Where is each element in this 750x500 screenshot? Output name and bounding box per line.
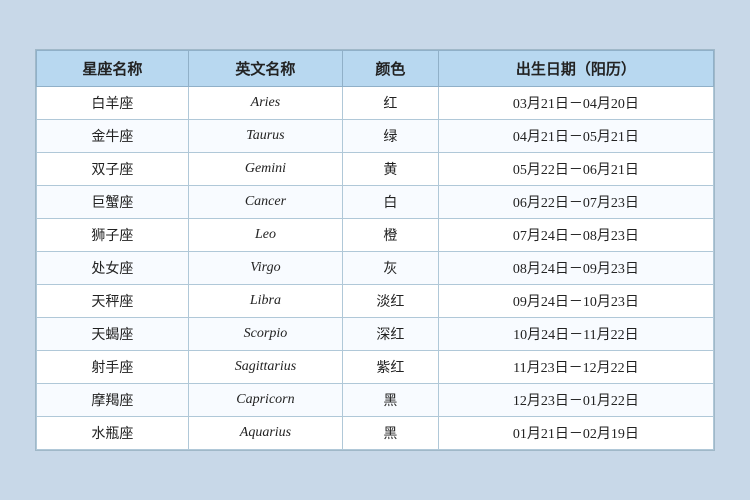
cell-dates: 08月24日－09月23日 — [438, 252, 713, 285]
cell-english: Cancer — [188, 186, 342, 219]
cell-english: Aquarius — [188, 417, 342, 450]
cell-dates: 11月23日－12月22日 — [438, 351, 713, 384]
cell-color: 紫红 — [343, 351, 439, 384]
cell-chinese: 狮子座 — [37, 219, 189, 252]
cell-english: Libra — [188, 285, 342, 318]
cell-color: 黑 — [343, 417, 439, 450]
table-body: 白羊座Aries红03月21日－04月20日金牛座Taurus绿04月21日－0… — [37, 87, 714, 450]
cell-dates: 05月22日－06月21日 — [438, 153, 713, 186]
table-row: 巨蟹座Cancer白06月22日－07月23日 — [37, 186, 714, 219]
table-row: 双子座Gemini黄05月22日－06月21日 — [37, 153, 714, 186]
table-row: 金牛座Taurus绿04月21日－05月21日 — [37, 120, 714, 153]
cell-color: 黄 — [343, 153, 439, 186]
cell-english: Capricorn — [188, 384, 342, 417]
cell-chinese: 天秤座 — [37, 285, 189, 318]
cell-chinese: 双子座 — [37, 153, 189, 186]
cell-dates: 01月21日－02月19日 — [438, 417, 713, 450]
cell-dates: 09月24日－10月23日 — [438, 285, 713, 318]
cell-chinese: 巨蟹座 — [37, 186, 189, 219]
cell-chinese: 天蝎座 — [37, 318, 189, 351]
cell-english: Aries — [188, 87, 342, 120]
cell-color: 灰 — [343, 252, 439, 285]
cell-english: Leo — [188, 219, 342, 252]
cell-english: Taurus — [188, 120, 342, 153]
cell-color: 淡红 — [343, 285, 439, 318]
col-header-chinese: 星座名称 — [37, 51, 189, 87]
cell-dates: 04月21日－05月21日 — [438, 120, 713, 153]
cell-english: Gemini — [188, 153, 342, 186]
col-header-english: 英文名称 — [188, 51, 342, 87]
cell-dates: 07月24日－08月23日 — [438, 219, 713, 252]
col-header-color: 颜色 — [343, 51, 439, 87]
cell-color: 深红 — [343, 318, 439, 351]
cell-chinese: 处女座 — [37, 252, 189, 285]
cell-english: Virgo — [188, 252, 342, 285]
zodiac-table: 星座名称 英文名称 颜色 出生日期（阳历） 白羊座Aries红03月21日－04… — [36, 50, 714, 450]
table-row: 水瓶座Aquarius黑01月21日－02月19日 — [37, 417, 714, 450]
cell-chinese: 白羊座 — [37, 87, 189, 120]
table-row: 白羊座Aries红03月21日－04月20日 — [37, 87, 714, 120]
zodiac-table-container: 星座名称 英文名称 颜色 出生日期（阳历） 白羊座Aries红03月21日－04… — [35, 49, 715, 451]
cell-dates: 03月21日－04月20日 — [438, 87, 713, 120]
col-header-dates: 出生日期（阳历） — [438, 51, 713, 87]
cell-english: Scorpio — [188, 318, 342, 351]
table-header-row: 星座名称 英文名称 颜色 出生日期（阳历） — [37, 51, 714, 87]
cell-chinese: 射手座 — [37, 351, 189, 384]
cell-color: 绿 — [343, 120, 439, 153]
table-row: 处女座Virgo灰08月24日－09月23日 — [37, 252, 714, 285]
table-row: 狮子座Leo橙07月24日－08月23日 — [37, 219, 714, 252]
cell-color: 橙 — [343, 219, 439, 252]
table-row: 摩羯座Capricorn黑12月23日－01月22日 — [37, 384, 714, 417]
cell-dates: 06月22日－07月23日 — [438, 186, 713, 219]
cell-english: Sagittarius — [188, 351, 342, 384]
cell-dates: 12月23日－01月22日 — [438, 384, 713, 417]
cell-chinese: 金牛座 — [37, 120, 189, 153]
cell-color: 黑 — [343, 384, 439, 417]
cell-chinese: 水瓶座 — [37, 417, 189, 450]
table-row: 射手座Sagittarius紫红11月23日－12月22日 — [37, 351, 714, 384]
table-row: 天秤座Libra淡红09月24日－10月23日 — [37, 285, 714, 318]
cell-chinese: 摩羯座 — [37, 384, 189, 417]
cell-dates: 10月24日－11月22日 — [438, 318, 713, 351]
cell-color: 红 — [343, 87, 439, 120]
table-row: 天蝎座Scorpio深红10月24日－11月22日 — [37, 318, 714, 351]
cell-color: 白 — [343, 186, 439, 219]
